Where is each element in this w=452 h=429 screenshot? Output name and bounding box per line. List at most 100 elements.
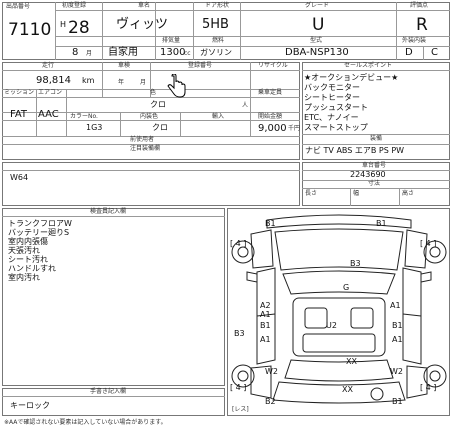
interior-color-label: 内装色	[140, 113, 159, 120]
damage-code: B1	[260, 321, 271, 330]
dim-height: 高さ	[402, 190, 415, 197]
sale-point-item: ETC、ナノイー	[304, 113, 359, 122]
mileage: 98,814	[36, 75, 71, 86]
lot-number: 7110	[8, 20, 52, 40]
tire-bracket: [ 4 ]	[420, 239, 437, 248]
damage-code: A1	[260, 310, 271, 319]
model-label: 型式	[310, 37, 323, 44]
spare-tag: [レス]	[232, 406, 249, 413]
damage-code: B1	[265, 219, 276, 228]
dims-label: 寸法	[368, 180, 381, 187]
transmission: FAT	[10, 109, 28, 120]
door-label: ドア形状	[205, 2, 230, 9]
color-code: 1G3	[86, 123, 103, 132]
damage-code: A1	[392, 335, 403, 344]
recycle-label: リサイクル	[258, 62, 288, 69]
equipment-list: ナビ TV ABS エアB PS PW	[305, 146, 405, 155]
inspection-label: 車検	[118, 62, 131, 69]
damage-code: B3	[350, 259, 361, 268]
year: 28	[68, 18, 90, 38]
interior-color: クロ	[152, 123, 168, 132]
sale-point-item: バックモニター	[304, 83, 360, 92]
damage-code: W2	[265, 367, 278, 376]
dim-width: 幅	[353, 190, 360, 197]
damage-code: W2	[390, 367, 403, 376]
lot-label: 出品番号	[6, 3, 31, 10]
import-label: 輸入	[212, 113, 225, 120]
damage-code: B1	[392, 397, 403, 406]
damage-code: A1	[390, 301, 401, 310]
month: 8	[72, 47, 79, 58]
tire-bracket: [ 4 ]	[230, 239, 247, 248]
inspection-month: 月	[140, 79, 147, 86]
sale-point-item: シートヒーター	[304, 93, 360, 102]
mileage-unit: km	[82, 76, 95, 85]
mouse-cursor-icon	[167, 74, 186, 98]
inspector-item: 天張汚れ	[8, 246, 40, 255]
year-label: 初度登録	[62, 2, 87, 9]
color-label: 色	[150, 89, 157, 96]
footer-note: ※AAで確認されない要素は記入していない場合があります。	[4, 419, 167, 426]
model-code: DBA-NSP130	[285, 47, 349, 58]
door-type: 5HB	[202, 17, 229, 32]
damage-code: XX	[342, 385, 353, 394]
start-price: 9,000	[258, 123, 287, 134]
damage-code: B1	[392, 321, 403, 330]
damage-code: XX	[346, 357, 357, 366]
sale-points-label: セールスポイント	[344, 62, 393, 69]
damage-code: B1	[376, 219, 387, 228]
history-label: 注目装備欄	[130, 145, 161, 152]
disp-label: 排気量	[162, 37, 181, 44]
interior-grade: C	[431, 47, 438, 58]
sale-point-item: ★オークションデビュー★	[304, 73, 399, 82]
damage-code: B2	[265, 397, 276, 406]
grade: U	[312, 15, 325, 35]
rating-label: 評価点	[410, 2, 429, 9]
damage-code: B3	[234, 329, 245, 338]
inspector-item: トランクフロアW	[8, 219, 72, 228]
car-name: ヴィッツ	[116, 17, 169, 32]
color-code-label: カラーNo.	[70, 113, 98, 120]
chassis-number: 2243690	[350, 170, 386, 179]
damage-code: G	[343, 283, 350, 292]
inspection-year: 年	[118, 79, 125, 86]
fuel: ガソリン	[200, 48, 232, 57]
inspector-label: 検査員記入欄	[90, 208, 127, 215]
fuel-label: 燃料	[212, 37, 225, 44]
prev-user-label: 前使用者	[130, 136, 155, 143]
chassis-label: 車台番号	[362, 162, 387, 169]
tire-bracket: [ 4 ]	[420, 383, 437, 392]
exterior-grade: D	[405, 47, 413, 58]
displacement: 1300	[160, 47, 186, 58]
sale-point-item: スマートストップ	[304, 123, 368, 132]
inspector-item: バッテリー廻りS	[8, 228, 70, 237]
damage-code: U2	[326, 321, 337, 330]
notes-text: W64	[10, 173, 29, 182]
ext-int-label: 外装内装	[402, 37, 427, 44]
air-conditioner: AAC	[38, 109, 59, 120]
inspector-item: 室内汚れ	[8, 273, 40, 282]
remarks-text: キーロック	[10, 401, 50, 410]
era: H	[60, 20, 67, 29]
price-unit: 千円	[288, 125, 301, 132]
inspector-item: 室内内張傷	[8, 237, 48, 246]
seats-unit: 人	[242, 102, 249, 109]
color: クロ	[150, 100, 166, 109]
dim-length: 長さ	[305, 190, 318, 197]
equipment-label: 装備	[370, 135, 383, 142]
trans-label: ミッション	[4, 89, 35, 96]
inspector-item: シート汚れ	[8, 255, 48, 264]
usage: 自家用	[108, 47, 138, 58]
ac-label: エアコン	[38, 89, 63, 96]
remarks-label: 手書き記入欄	[90, 388, 127, 395]
grade-label: グレード	[305, 2, 330, 9]
seats-label: 乗車定員	[258, 89, 283, 96]
damage-code: A2	[260, 301, 271, 310]
rating: R	[416, 15, 428, 35]
disp-unit: cc	[184, 50, 191, 57]
name-label: 車名	[138, 2, 151, 9]
registration-label: 登録番号	[188, 62, 213, 69]
tire-bracket: [ 4 ]	[230, 383, 247, 392]
mileage-label: 走行	[42, 62, 55, 69]
damage-code: A1	[260, 335, 271, 344]
